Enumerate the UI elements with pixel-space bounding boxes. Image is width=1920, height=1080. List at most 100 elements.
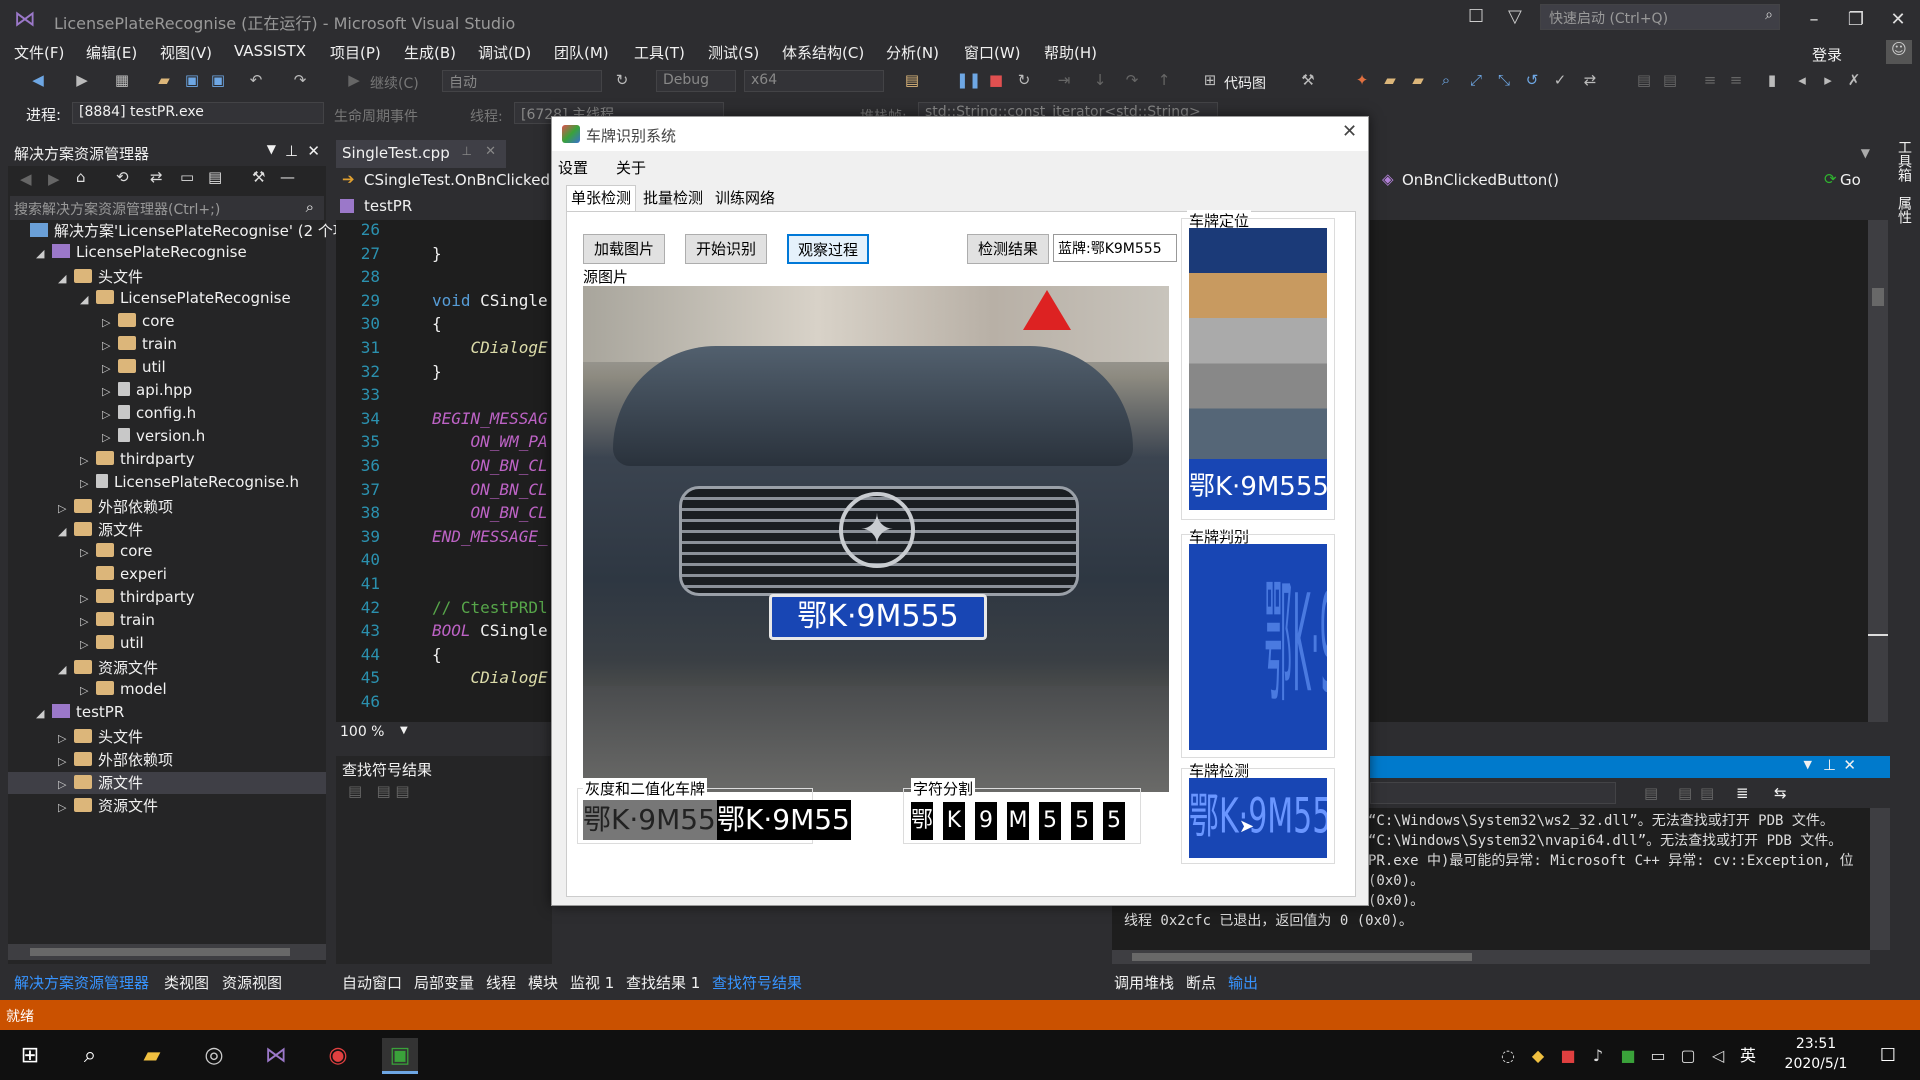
output-wrap-icon[interactable]: ⇆ bbox=[1774, 784, 1787, 802]
restart-icon[interactable]: ↻ bbox=[1014, 70, 1034, 90]
vassistx-icon-9[interactable]: ⇄ bbox=[1580, 70, 1600, 90]
menu-build[interactable]: 生成(B) bbox=[404, 42, 456, 63]
tree-item[interactable]: ▷ util bbox=[102, 358, 166, 380]
code-line[interactable]: ON_WM_PA bbox=[432, 432, 548, 451]
clear-bookmarks-icon[interactable]: ✗ bbox=[1844, 70, 1864, 90]
forward-icon[interactable]: ▶ bbox=[48, 170, 60, 188]
tab-solution-explorer[interactable]: 解决方案资源管理器 bbox=[14, 972, 149, 993]
pin-icon[interactable]: ⊥ bbox=[285, 142, 298, 160]
menu-vassistx[interactable]: VASSISTX bbox=[234, 42, 306, 60]
tab-singletest-cpp[interactable]: SingleTest.cpp ⊥ ✕ bbox=[336, 140, 506, 168]
comment-icon[interactable]: ▤ bbox=[1634, 70, 1654, 90]
code-line[interactable]: END_MESSAGE_ bbox=[432, 527, 548, 546]
expander-icon[interactable]: ▷ bbox=[58, 801, 74, 814]
code-line[interactable]: BOOL CSingle bbox=[432, 621, 548, 640]
next-bookmark-icon[interactable]: ▸ bbox=[1818, 70, 1838, 90]
show-all-files-icon[interactable]: ▤ bbox=[208, 168, 222, 186]
tab-find-results-1[interactable]: 查找结果 1 bbox=[626, 972, 700, 993]
codemap-label[interactable]: 代码图 bbox=[1224, 73, 1266, 93]
collapse-all-icon[interactable]: ▭ bbox=[180, 168, 194, 186]
code-line[interactable]: } bbox=[432, 362, 442, 381]
menu-architecture[interactable]: 体系结构(C) bbox=[782, 42, 864, 63]
tree-item[interactable]: ▷ 资源文件 bbox=[58, 795, 158, 817]
bookmark-icon[interactable]: ▮ bbox=[1762, 70, 1782, 90]
code-line[interactable]: CDialogE bbox=[432, 668, 548, 687]
tree-item[interactable]: ▷ train bbox=[102, 335, 177, 357]
continue-label[interactable]: 继续(C) bbox=[370, 73, 419, 93]
tree-item[interactable]: ◢ 源文件 bbox=[58, 519, 143, 541]
expander-icon[interactable]: ▷ bbox=[80, 546, 96, 559]
expander-icon[interactable]: ▷ bbox=[102, 385, 118, 398]
output-vscrollbar[interactable] bbox=[1870, 808, 1890, 950]
output-source-combo[interactable] bbox=[1370, 782, 1616, 804]
step-out-icon[interactable]: ↑ bbox=[1154, 70, 1174, 90]
redo-icon[interactable]: ↷ bbox=[290, 70, 310, 90]
tab-locals[interactable]: 局部变量 bbox=[414, 972, 474, 993]
expander-icon[interactable]: ◢ bbox=[36, 707, 52, 720]
refresh-icon[interactable]: ↻ bbox=[612, 70, 632, 90]
dropdown-icon[interactable]: ▼ bbox=[267, 142, 276, 156]
code-line[interactable]: BEGIN_MESSAG bbox=[432, 409, 548, 428]
code-line[interactable]: { bbox=[432, 314, 442, 333]
output-prev-icon[interactable]: ▤ bbox=[1678, 784, 1692, 802]
tree-item[interactable]: ▷ thirdparty bbox=[80, 588, 195, 610]
login-link[interactable]: 登录 bbox=[1812, 44, 1842, 65]
chrome-icon[interactable]: ◉ bbox=[320, 1038, 356, 1074]
new-project-icon[interactable]: ▦ bbox=[112, 70, 132, 90]
expander-icon[interactable]: ▷ bbox=[58, 732, 74, 745]
output-clear-icon[interactable]: ≣ bbox=[1736, 784, 1749, 802]
expander-icon[interactable]: ▷ bbox=[58, 778, 74, 791]
expander-icon[interactable]: ▷ bbox=[102, 431, 118, 444]
method-nav[interactable]: OnBnClickedButton() bbox=[1402, 171, 1559, 189]
step-into-icon[interactable]: ↓ bbox=[1090, 70, 1110, 90]
tree-item[interactable]: ▷ 头文件 bbox=[58, 726, 143, 748]
license-plate-app-icon[interactable]: ▣ bbox=[382, 1038, 418, 1074]
close-panel-icon[interactable]: ✕ bbox=[307, 142, 320, 160]
expander-icon[interactable]: ▷ bbox=[80, 592, 96, 605]
vertical-scrollbar[interactable] bbox=[1868, 220, 1888, 722]
menu-help[interactable]: 帮助(H) bbox=[1044, 42, 1097, 63]
file-explorer-icon[interactable]: ▰ bbox=[134, 1038, 170, 1074]
tree-item[interactable]: ▷ model bbox=[80, 680, 167, 702]
tree-item[interactable]: ◢ LicensePlateRecognise bbox=[80, 289, 291, 311]
start-recognition-button[interactable]: 开始识别 bbox=[685, 234, 767, 264]
search-icon[interactable]: ⌕ bbox=[72, 1038, 108, 1074]
ime-indicator[interactable]: 英 bbox=[1730, 1038, 1766, 1074]
vassistx-icon-3[interactable]: ▰ bbox=[1408, 70, 1428, 90]
feedback-icon[interactable]: ☐ bbox=[1468, 6, 1484, 27]
expander-icon[interactable]: ◢ bbox=[58, 663, 74, 676]
tab-breakpoints[interactable]: 断点 bbox=[1186, 972, 1216, 993]
outdent-icon[interactable]: ≡ bbox=[1726, 70, 1746, 90]
menu-view[interactable]: 视图(V) bbox=[160, 42, 212, 63]
tab-call-stack[interactable]: 调用堆栈 bbox=[1114, 972, 1174, 993]
code-line[interactable]: ON_BN_CL bbox=[432, 503, 548, 522]
vassistx-icon-4[interactable]: ⌕ bbox=[1436, 70, 1456, 90]
codemap-icon[interactable]: ⊞ bbox=[1200, 70, 1220, 90]
expander-icon[interactable]: ▷ bbox=[80, 477, 96, 490]
project-nav[interactable]: testPR bbox=[336, 194, 556, 218]
member-nav[interactable]: CSingleTest.OnBnClicked bbox=[364, 171, 550, 189]
tab-autos[interactable]: 自动窗口 bbox=[342, 972, 402, 993]
vassistx-icon-1[interactable]: ✦ bbox=[1352, 70, 1372, 90]
load-image-button[interactable]: 加载图片 bbox=[583, 234, 665, 264]
tree-item[interactable]: ▷ 源文件 bbox=[8, 772, 326, 794]
code-editor[interactable]: 26 27} 28 29 void CSingle 30 {31 CDialogE 32} 33… bbox=[336, 220, 552, 722]
expander-icon[interactable]: ◢ bbox=[80, 293, 96, 306]
vassistx-icon-2[interactable]: ▰ bbox=[1380, 70, 1400, 90]
output-pin-icon[interactable]: ⊥ bbox=[1823, 756, 1836, 774]
platform-combo[interactable]: x64 bbox=[744, 70, 884, 92]
debug-config-combo[interactable]: Debug bbox=[656, 70, 736, 92]
code-editor-right[interactable] bbox=[1370, 220, 1868, 722]
expander-icon[interactable]: ▷ bbox=[58, 755, 74, 768]
menu-debug[interactable]: 调试(D) bbox=[478, 42, 531, 63]
solution-search-input[interactable]: 搜索解决方案资源管理器(Ctrl+;) ⌕ bbox=[10, 196, 324, 220]
notification-icon[interactable]: ☐ bbox=[1870, 1038, 1906, 1074]
side-tab-properties[interactable]: 属性 bbox=[1892, 196, 1914, 256]
stop-icon[interactable]: ■ bbox=[986, 70, 1006, 90]
tree-item[interactable]: ▷ api.hpp bbox=[102, 381, 192, 403]
uncomment-icon[interactable]: ▤ bbox=[1660, 70, 1680, 90]
vassistx-icon-6[interactable]: ⤡ bbox=[1494, 70, 1514, 90]
expander-icon[interactable]: ▷ bbox=[102, 316, 118, 329]
vassistx-icon-5[interactable]: ⤢ bbox=[1466, 70, 1486, 90]
quick-launch-input[interactable]: 快速启动 (Ctrl+Q) ⌕ bbox=[1540, 4, 1780, 30]
